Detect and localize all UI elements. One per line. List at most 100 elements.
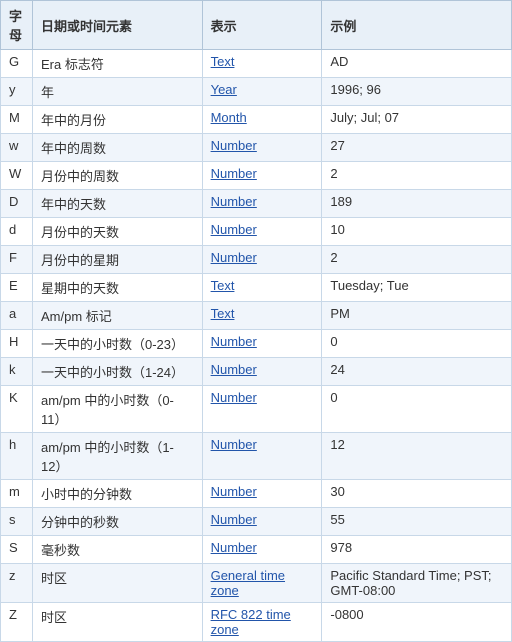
format-link[interactable]: Number bbox=[211, 194, 257, 209]
cell-format[interactable]: Text bbox=[202, 274, 322, 302]
cell-desc: Am/pm 标记 bbox=[32, 302, 202, 330]
table-row: M年中的月份 Month July; Jul; 07 bbox=[1, 106, 512, 134]
cell-letter: W bbox=[1, 162, 33, 190]
header-desc: 日期或时间元素 bbox=[32, 1, 202, 50]
cell-letter: H bbox=[1, 330, 33, 358]
cell-desc: 时区 bbox=[32, 603, 202, 642]
format-link[interactable]: Number bbox=[211, 222, 257, 237]
cell-desc: 年中的天数 bbox=[32, 190, 202, 218]
format-link[interactable]: Number bbox=[211, 334, 257, 349]
cell-format[interactable]: RFC 822 time zone bbox=[202, 603, 322, 642]
cell-letter: S bbox=[1, 536, 33, 564]
format-link[interactable]: Number bbox=[211, 362, 257, 377]
cell-example: 1996; 96 bbox=[322, 78, 512, 106]
table-row: aAm/pm 标记TextPM bbox=[1, 302, 512, 330]
format-link[interactable]: Number bbox=[211, 166, 257, 181]
cell-letter: d bbox=[1, 218, 33, 246]
cell-example: 2 bbox=[322, 246, 512, 274]
cell-letter: z bbox=[1, 564, 33, 603]
format-link[interactable]: Number bbox=[211, 138, 257, 153]
cell-example: 0 bbox=[322, 386, 512, 433]
table-row: s分钟中的秒数 Number 55 bbox=[1, 508, 512, 536]
format-link[interactable]: Number bbox=[211, 540, 257, 555]
cell-format[interactable]: Number bbox=[202, 134, 322, 162]
table-row: S毫秒数Number978 bbox=[1, 536, 512, 564]
cell-desc: 年中的月份 bbox=[32, 106, 202, 134]
cell-letter: M bbox=[1, 106, 33, 134]
cell-desc: am/pm 中的小时数（0-11） bbox=[32, 386, 202, 433]
cell-letter: k bbox=[1, 358, 33, 386]
format-link[interactable]: Text bbox=[211, 278, 235, 293]
cell-letter: Z bbox=[1, 603, 33, 642]
cell-format[interactable]: Number bbox=[202, 358, 322, 386]
cell-desc: 月份中的周数 bbox=[32, 162, 202, 190]
table-row: d月份中的天数Number10 bbox=[1, 218, 512, 246]
cell-letter: K bbox=[1, 386, 33, 433]
cell-example: Tuesday; Tue bbox=[322, 274, 512, 302]
cell-letter: w bbox=[1, 134, 33, 162]
format-link[interactable]: Number bbox=[211, 437, 257, 452]
cell-format[interactable]: Number bbox=[202, 508, 322, 536]
cell-example: 2 bbox=[322, 162, 512, 190]
table-row: k一天中的小时数（1-24）Number24 bbox=[1, 358, 512, 386]
cell-format[interactable]: Number bbox=[202, 330, 322, 358]
header-letter: 字母 bbox=[1, 1, 33, 50]
cell-example: 0 bbox=[322, 330, 512, 358]
cell-letter: F bbox=[1, 246, 33, 274]
format-link[interactable]: Number bbox=[211, 484, 257, 499]
format-link[interactable]: RFC 822 time zone bbox=[211, 607, 291, 637]
cell-desc: am/pm 中的小时数（1-12） bbox=[32, 433, 202, 480]
header-example: 示例 bbox=[322, 1, 512, 50]
cell-letter: D bbox=[1, 190, 33, 218]
table-row: GEra 标志符TextAD bbox=[1, 50, 512, 78]
cell-format[interactable]: Number bbox=[202, 480, 322, 508]
format-link[interactable]: Number bbox=[211, 250, 257, 265]
cell-format[interactable]: Number bbox=[202, 246, 322, 274]
table-row: z时区General time zonePacific Standard Tim… bbox=[1, 564, 512, 603]
cell-format[interactable]: Number bbox=[202, 433, 322, 480]
cell-format[interactable]: Number bbox=[202, 536, 322, 564]
cell-letter: E bbox=[1, 274, 33, 302]
cell-format[interactable]: Number bbox=[202, 162, 322, 190]
cell-format[interactable]: General time zone bbox=[202, 564, 322, 603]
cell-example: 189 bbox=[322, 190, 512, 218]
cell-example: 27 bbox=[322, 134, 512, 162]
format-link[interactable]: Number bbox=[211, 390, 257, 405]
cell-desc: 时区 bbox=[32, 564, 202, 603]
format-link[interactable]: Text bbox=[211, 54, 235, 69]
cell-format[interactable]: Number bbox=[202, 218, 322, 246]
cell-format[interactable]: Text bbox=[202, 50, 322, 78]
cell-letter: m bbox=[1, 480, 33, 508]
table-row: E星期中的天数TextTuesday; Tue bbox=[1, 274, 512, 302]
table-row: F月份中的星期 Number 2 bbox=[1, 246, 512, 274]
table-row: D年中的天数 Number 189 bbox=[1, 190, 512, 218]
cell-format[interactable]: Year bbox=[202, 78, 322, 106]
cell-example: -0800 bbox=[322, 603, 512, 642]
format-link[interactable]: Year bbox=[211, 82, 237, 97]
cell-format[interactable]: Number bbox=[202, 190, 322, 218]
table-row: y年Year1996; 96 bbox=[1, 78, 512, 106]
cell-example: July; Jul; 07 bbox=[322, 106, 512, 134]
cell-format[interactable]: Number bbox=[202, 386, 322, 433]
cell-desc: 分钟中的秒数 bbox=[32, 508, 202, 536]
cell-example: AD bbox=[322, 50, 512, 78]
cell-desc: 小时中的分钟数 bbox=[32, 480, 202, 508]
cell-example: 24 bbox=[322, 358, 512, 386]
cell-example: 30 bbox=[322, 480, 512, 508]
cell-letter: h bbox=[1, 433, 33, 480]
table-row: Kam/pm 中的小时数（0-11） Number 0 bbox=[1, 386, 512, 433]
format-link[interactable]: General time zone bbox=[211, 568, 285, 598]
format-link[interactable]: Number bbox=[211, 512, 257, 527]
cell-desc: 年 bbox=[32, 78, 202, 106]
table-row: w年中的周数Number27 bbox=[1, 134, 512, 162]
cell-format[interactable]: Text bbox=[202, 302, 322, 330]
format-link[interactable]: Month bbox=[211, 110, 247, 125]
cell-desc: 月份中的星期 bbox=[32, 246, 202, 274]
cell-letter: s bbox=[1, 508, 33, 536]
cell-desc: 一天中的小时数（0-23） bbox=[32, 330, 202, 358]
cell-desc: 毫秒数 bbox=[32, 536, 202, 564]
format-link[interactable]: Text bbox=[211, 306, 235, 321]
cell-format[interactable]: Month bbox=[202, 106, 322, 134]
cell-example: 10 bbox=[322, 218, 512, 246]
cell-example: 55 bbox=[322, 508, 512, 536]
